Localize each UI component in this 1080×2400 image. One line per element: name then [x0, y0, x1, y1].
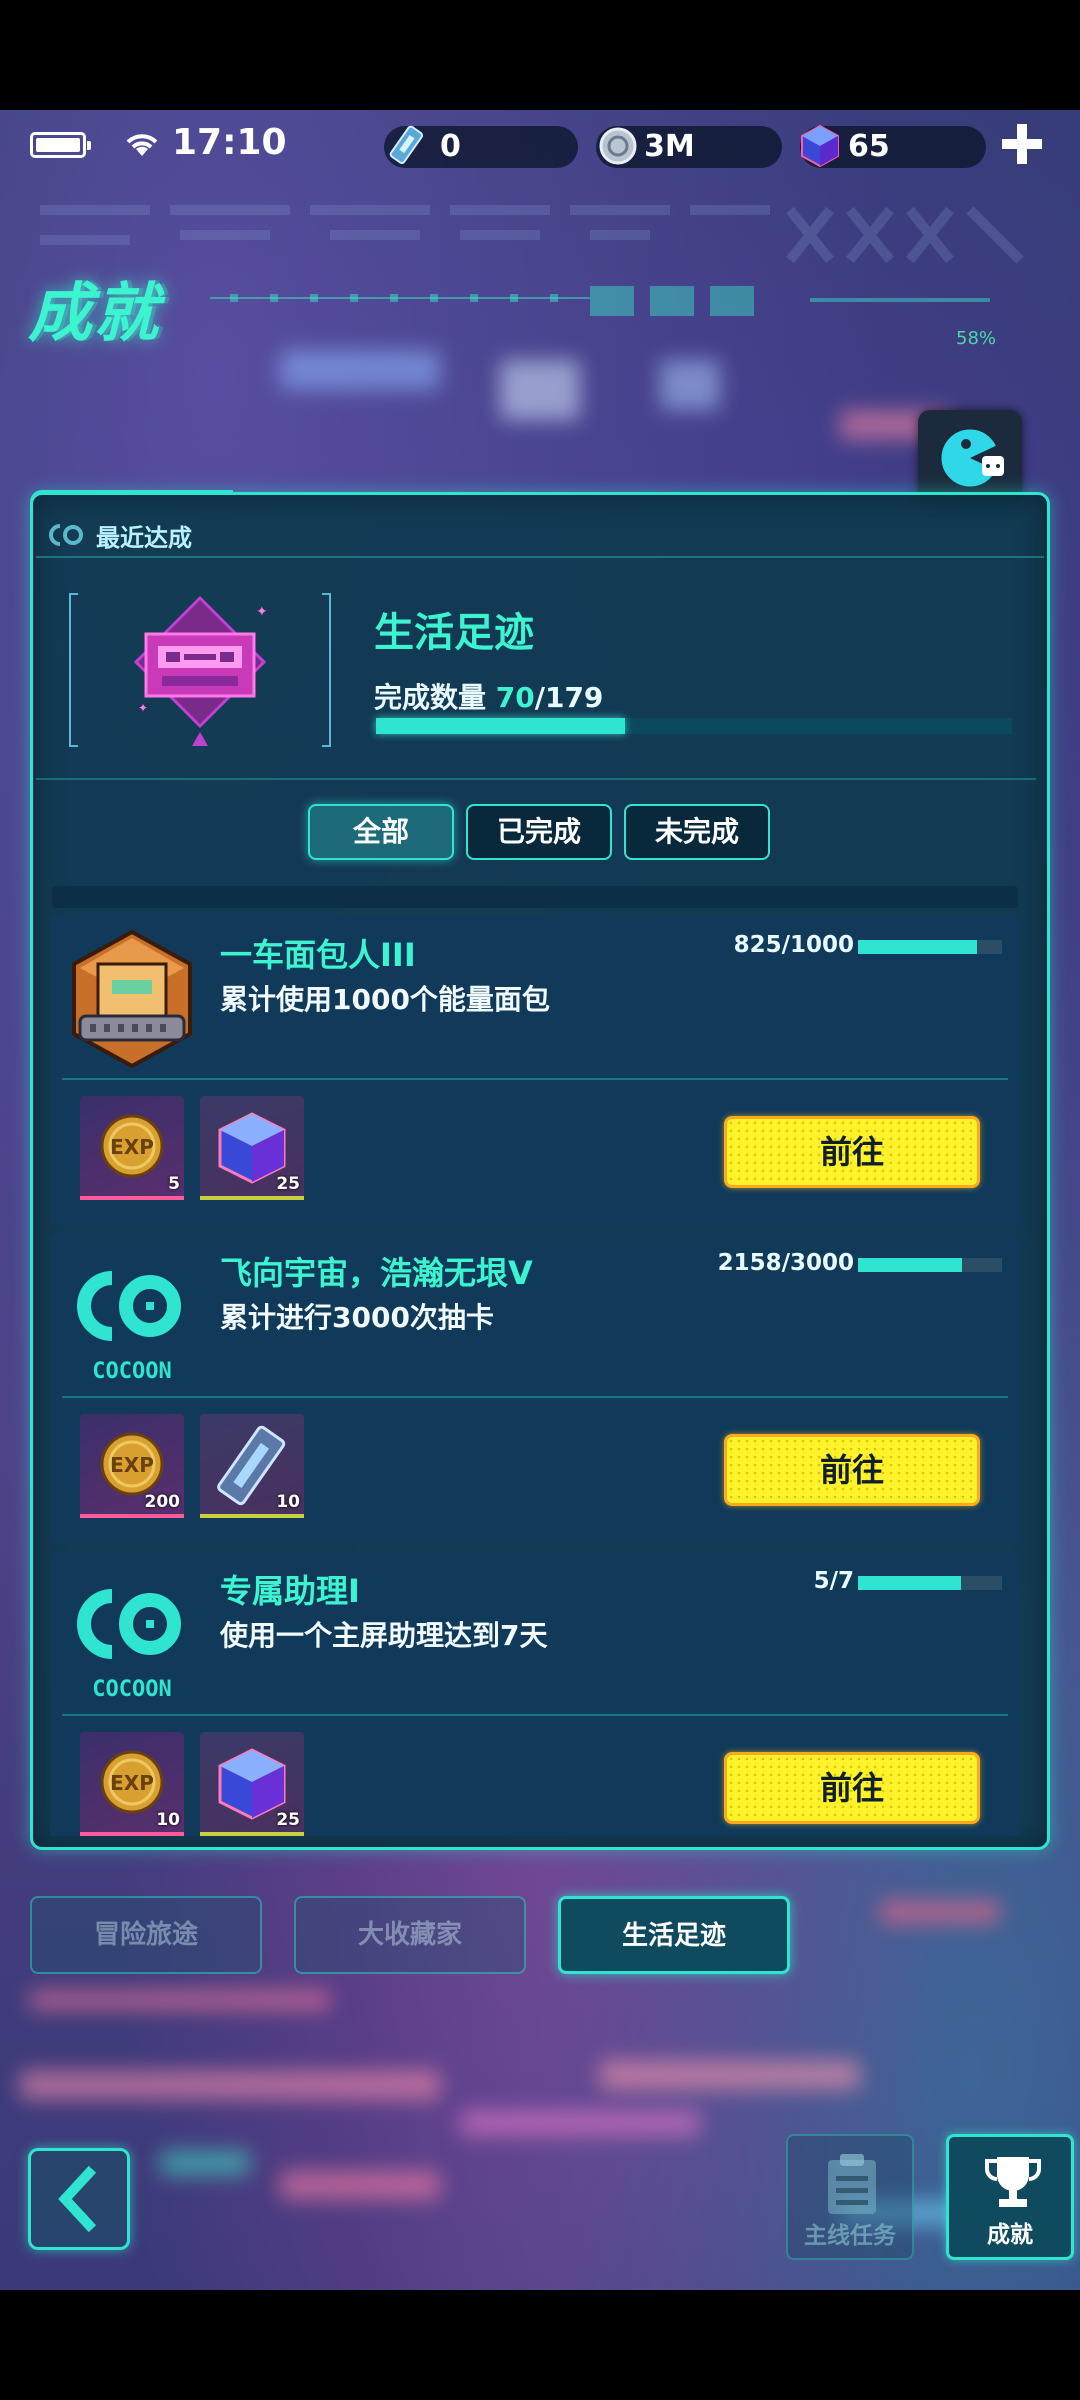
filter-all[interactable]: 全部	[308, 804, 454, 860]
ticket-count: 0	[440, 129, 461, 164]
svg-text:✦: ✦	[256, 604, 268, 620]
achievement-card: COCOON 飞向宇宙，浩瀚无垠V 累计进行3000次抽卡 2158/3000 …	[50, 1234, 1020, 1544]
achievement-nav-label: 成就	[987, 2222, 1033, 2248]
header-separator	[36, 778, 1036, 780]
svg-text:EXP: EXP	[110, 1771, 154, 1795]
cocoon-logo-text: COCOON	[92, 1359, 171, 1384]
category-title: 生活足迹	[374, 610, 534, 656]
back-button[interactable]	[28, 2148, 130, 2250]
tab-life-footprint[interactable]: 生活足迹	[558, 1896, 790, 1974]
main-quest-button[interactable]: 主线任务	[786, 2134, 914, 2260]
achievement-card: COCOON 专属助理I 使用一个主屏助理达到7天 5/7 EXP 10 25 …	[50, 1552, 1020, 1836]
coin-count: 3M	[644, 129, 695, 164]
reward-qty: 10	[276, 1492, 300, 1512]
filter-completed[interactable]: 已完成	[466, 804, 612, 860]
reward-item[interactable]: EXP 200	[80, 1414, 184, 1518]
reward-item[interactable]: EXP 5	[80, 1096, 184, 1200]
go-button[interactable]: 前往	[724, 1434, 980, 1506]
top-black-bar	[0, 0, 1080, 110]
achievement-title: 一车面包人III	[220, 936, 416, 974]
panel-divider	[36, 556, 1044, 558]
gem-count: 65	[848, 129, 890, 164]
go-button[interactable]: 前往	[724, 1752, 980, 1824]
reward-item[interactable]: 25	[200, 1096, 304, 1200]
reward-qty: 25	[276, 1174, 300, 1194]
achievement-progress-bar	[858, 1258, 1002, 1272]
achievement-desc: 累计使用1000个能量面包	[220, 983, 550, 1016]
reward-qty: 25	[276, 1810, 300, 1830]
svg-text:✦: ✦	[138, 701, 148, 715]
gem-icon	[801, 124, 839, 168]
coin-icon	[599, 127, 637, 165]
wifi-icon	[126, 134, 158, 156]
category-progress-fill	[376, 718, 625, 734]
achievement-list[interactable]: 一车面包人III 累计使用1000个能量面包 825/1000 EXP 5 25…	[50, 916, 1020, 1836]
trophy-icon	[985, 2157, 1041, 2207]
status-time: 17:10	[172, 122, 287, 163]
completion-current: 70	[495, 681, 535, 714]
main-quest-label: 主线任务	[804, 2223, 896, 2249]
cocoon-logo-icon: COCOON	[77, 1271, 181, 1384]
achievement-progress-text: 5/7	[813, 1568, 854, 1594]
achievement-progress-text: 825/1000	[733, 932, 854, 958]
achievement-title: 飞向宇宙，浩瀚无垠V	[220, 1254, 533, 1292]
tab-collector[interactable]: 大收藏家	[294, 1896, 526, 1974]
completion-total: /179	[534, 681, 604, 714]
card-divider	[62, 1396, 1008, 1398]
reward-item[interactable]: 25	[200, 1732, 304, 1836]
completion-count: 完成数量 70/179	[374, 676, 603, 716]
achievement-progress-fill	[858, 1576, 961, 1590]
chevron-left-icon	[58, 2165, 97, 2233]
achievement-progress-bar	[858, 940, 1002, 954]
filter-incomplete[interactable]: 未完成	[624, 804, 770, 860]
completion-count-label: 完成数量	[374, 681, 487, 714]
achievement-title: 专属助理I	[220, 1572, 360, 1610]
reward-item[interactable]: EXP 10	[80, 1732, 184, 1836]
ticket-icon	[389, 125, 424, 165]
achievement-progress-fill	[858, 940, 977, 954]
cocoon-small-icon	[49, 524, 83, 546]
achievement-desc: 使用一个主屏助理达到7天	[220, 1619, 548, 1652]
category-badge: ✦ ✦	[69, 593, 331, 747]
category-progress-bar	[376, 718, 1012, 734]
page-title: 成就	[28, 277, 160, 351]
achievement-card: 一车面包人III 累计使用1000个能量面包 825/1000 EXP 5 25…	[50, 916, 1020, 1226]
header-percent-deco: 58%	[956, 328, 997, 349]
card-divider	[62, 1714, 1008, 1716]
cocoon-logo-icon: COCOON	[77, 1589, 181, 1702]
cocoon-logo-text: COCOON	[92, 1677, 171, 1702]
tab-adventure[interactable]: 冒险旅途	[30, 1896, 262, 1974]
reward-item[interactable]: 10	[200, 1414, 304, 1518]
add-currency-button[interactable]	[996, 118, 1048, 170]
achievement-desc: 累计进行3000次抽卡	[220, 1301, 494, 1334]
achievement-progress-text: 2158/3000	[717, 1250, 854, 1276]
bottom-black-bar	[0, 2290, 1080, 2400]
achievement-progress-bar	[858, 1576, 1002, 1590]
header-decoration	[40, 205, 1024, 316]
reward-qty: 200	[144, 1492, 181, 1512]
clipboard-icon	[828, 2154, 876, 2214]
achievement-nav-button[interactable]: 成就	[946, 2134, 1074, 2260]
achievement-progress-fill	[858, 1258, 962, 1272]
recent-achieved-label: 最近达成	[96, 524, 192, 552]
bread-badge-icon	[72, 930, 192, 1069]
reward-qty: 5	[168, 1174, 180, 1194]
go-button[interactable]: 前往	[724, 1116, 980, 1188]
list-top-edge	[52, 886, 1018, 908]
svg-text:EXP: EXP	[110, 1135, 154, 1159]
battery-icon	[30, 132, 91, 158]
reward-qty: 10	[156, 1810, 180, 1830]
card-divider	[62, 1078, 1008, 1080]
svg-text:EXP: EXP	[110, 1453, 154, 1477]
